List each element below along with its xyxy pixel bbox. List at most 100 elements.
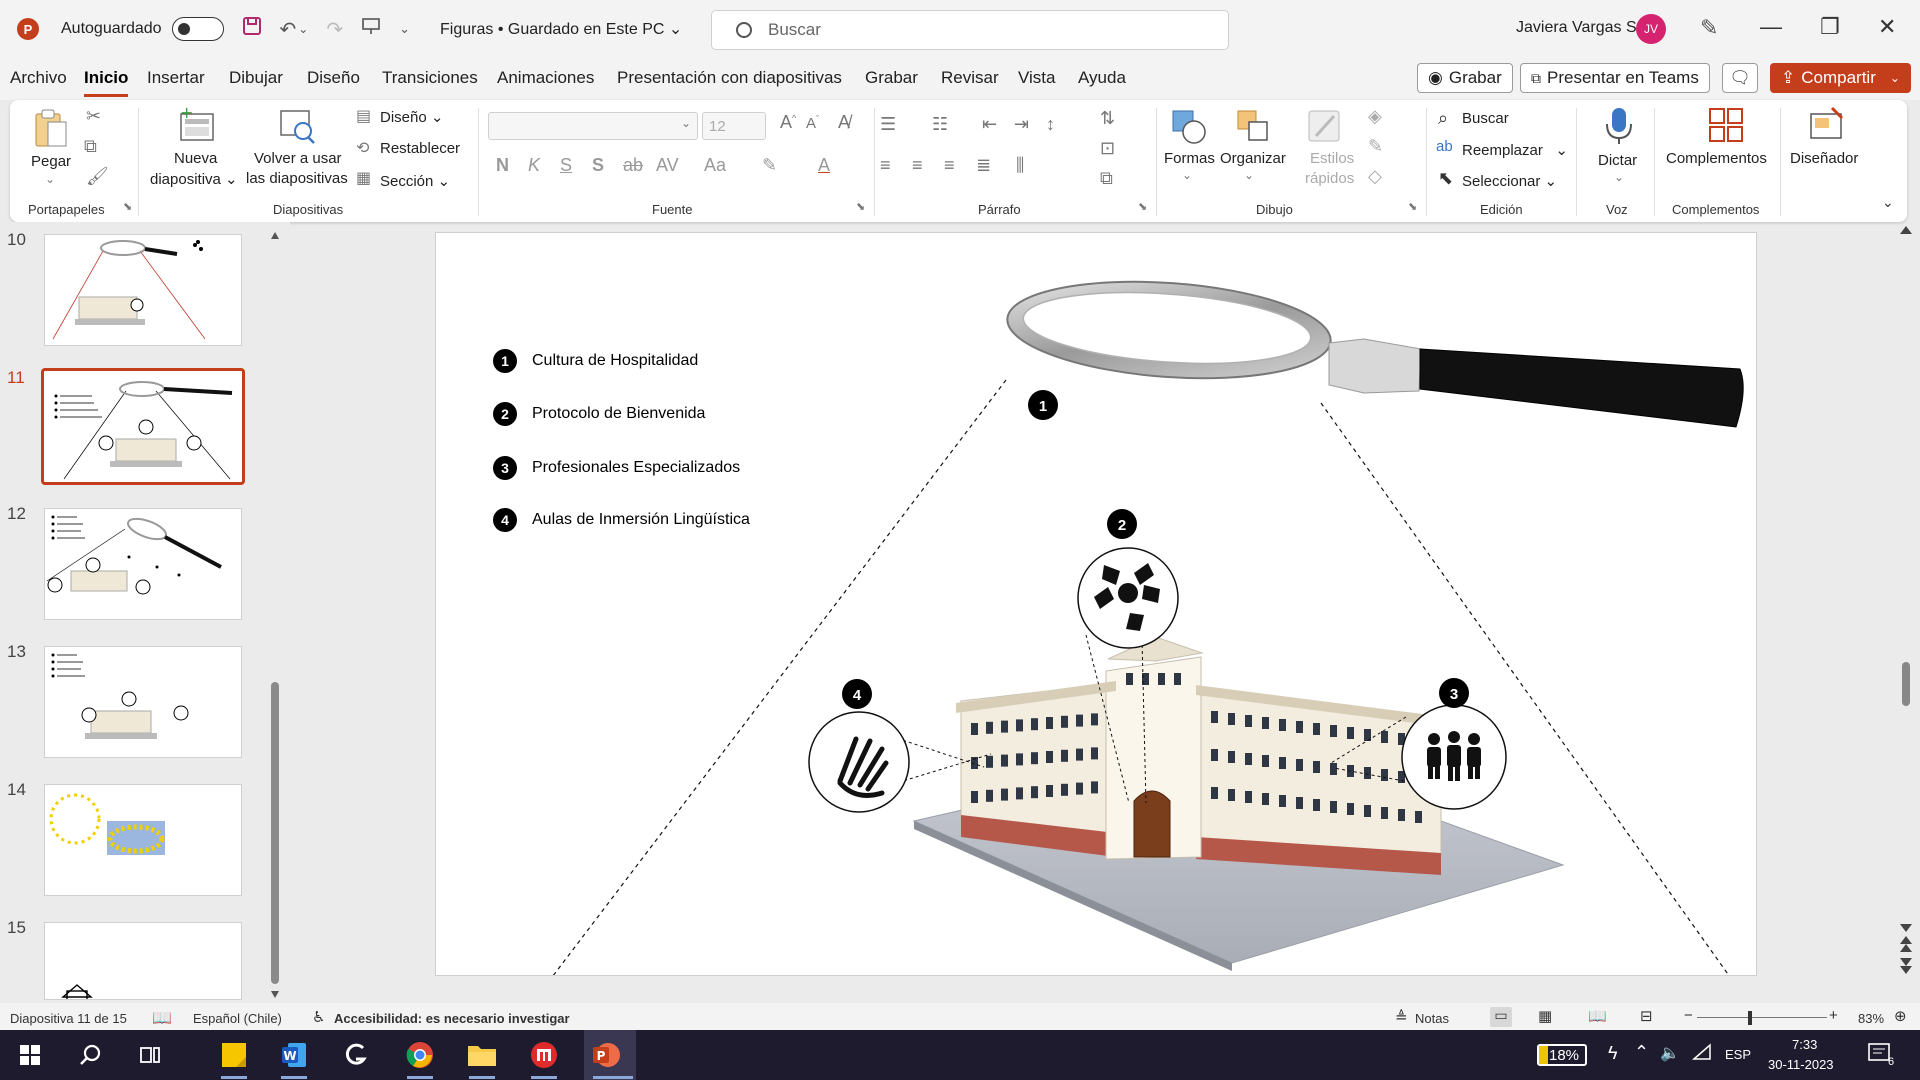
tab-ayuda[interactable]: Ayuda <box>1078 68 1126 88</box>
accessibility-status[interactable]: Accesibilidad: es necesario investigar <box>334 1011 570 1026</box>
tab-diseno[interactable]: Diseño <box>307 68 360 88</box>
slide-scrollbar[interactable] <box>1897 224 1915 1004</box>
font-color-icon[interactable]: A <box>818 155 830 176</box>
tab-grabar[interactable]: Grabar <box>865 68 918 88</box>
reset-icon[interactable]: ⟲ <box>356 138 369 158</box>
new-slide-icon[interactable]: + <box>178 103 216 144</box>
format-painter-icon[interactable]: 🖌 <box>86 166 109 187</box>
user-name[interactable]: Javiera Vargas S. <box>1516 19 1641 37</box>
quick-styles-label-2[interactable]: rápidos <box>1305 170 1354 187</box>
fill-icon[interactable]: ◈ <box>1368 106 1382 127</box>
section-icon[interactable]: ▦ <box>356 168 371 188</box>
select-icon[interactable]: ⬉ <box>1438 168 1453 189</box>
reading-view-icon[interactable]: 📖 <box>1588 1007 1607 1025</box>
smartart-icon[interactable]: ⧉ <box>1100 168 1113 189</box>
cut-icon[interactable]: ✂ <box>86 106 101 127</box>
dialog-launcher-icon[interactable]: ⬊ <box>1408 200 1417 213</box>
dialog-launcher-icon[interactable]: ⬊ <box>856 200 865 213</box>
clock-date[interactable]: 30-11-2023 <box>1768 1057 1834 1072</box>
comments-button[interactable]: 🗨 <box>1722 63 1758 93</box>
dialog-launcher-icon[interactable]: ⬊ <box>123 200 132 213</box>
file-explorer-icon[interactable] <box>466 1039 498 1071</box>
clipboard-icon[interactable] <box>32 108 70 147</box>
bold-icon[interactable]: N <box>496 155 509 176</box>
g-hub-icon[interactable] <box>340 1039 372 1071</box>
justify-icon[interactable]: ≣ <box>976 155 991 176</box>
copy-icon[interactable]: ⧉ <box>84 136 97 157</box>
tab-revisar[interactable]: Revisar <box>941 68 999 88</box>
chevron-down-icon[interactable]: ⌄ <box>1182 168 1192 182</box>
replace-icon[interactable]: ab <box>1436 138 1453 155</box>
slide-thumbnail-10[interactable] <box>44 234 242 346</box>
reset-button[interactable]: Restablecer <box>380 140 460 157</box>
highlight-icon[interactable]: ✎ <box>762 155 777 176</box>
legend-item[interactable]: 2 Protocolo de Bienvenida <box>493 402 705 426</box>
windows-start-icon[interactable] <box>14 1039 46 1071</box>
minimize-icon[interactable]: — <box>1760 14 1782 40</box>
clock-time[interactable]: 7:33 <box>1792 1037 1817 1052</box>
arrange-icon[interactable] <box>1235 108 1273 146</box>
slide-thumbnail-11[interactable] <box>41 368 245 485</box>
legend-item[interactable]: 3 Profesionales Especializados <box>493 456 740 480</box>
new-slide-label[interactable]: Nueva <box>174 150 217 167</box>
spellcheck-icon[interactable]: 📖 <box>152 1008 172 1028</box>
change-case-icon[interactable]: Aa <box>704 155 726 176</box>
scroll-down-icon[interactable] <box>270 986 280 998</box>
volume-icon[interactable]: 🔈 <box>1660 1043 1680 1063</box>
find-button[interactable]: Buscar <box>1462 110 1509 127</box>
reuse-slides-icon[interactable] <box>278 106 316 144</box>
tab-vista[interactable]: Vista <box>1018 68 1056 88</box>
slide-thumbnail-15[interactable] <box>44 922 242 1000</box>
find-icon[interactable]: ⌕ <box>1438 108 1448 129</box>
zoom-out-icon[interactable]: − <box>1684 1007 1693 1024</box>
normal-view-icon[interactable]: ▭ <box>1490 1007 1512 1027</box>
replace-button[interactable]: Reemplazar ⌄ <box>1462 141 1568 159</box>
customize-toolbar-icon[interactable]: ⌄ <box>399 21 410 37</box>
close-icon[interactable]: ✕ <box>1878 14 1896 40</box>
slide-canvas[interactable]: 1 2 4 3 1 Cultura de Hospitalidad 2 Prot… <box>435 232 1757 976</box>
strikethrough-icon[interactable]: ab <box>623 155 643 176</box>
document-title[interactable]: Figuras • Guardado en Este PC ⌄ <box>440 19 682 39</box>
numbering-icon[interactable]: ☷ <box>932 114 948 135</box>
legend-item[interactable]: 1 Cultura de Hospitalidad <box>493 349 698 373</box>
slide-thumbnail-12[interactable] <box>44 508 242 620</box>
columns-icon[interactable]: ⫼ <box>1016 155 1024 176</box>
align-text-icon[interactable]: ⊡ <box>1100 138 1115 159</box>
chrome-icon[interactable] <box>404 1039 436 1071</box>
share-button[interactable]: ⇪ Compartir ⌄ <box>1770 63 1911 93</box>
zoom-in-icon[interactable]: + <box>1829 1007 1838 1024</box>
zoom-slider[interactable] <box>1697 1017 1827 1018</box>
present-from-start-icon[interactable] <box>361 16 381 42</box>
chevron-down-icon[interactable]: ⌄ <box>1890 71 1900 85</box>
shadow-icon[interactable]: S <box>592 155 604 176</box>
italic-icon[interactable]: K <box>528 155 540 176</box>
effects-icon[interactable]: ◇ <box>1368 166 1382 187</box>
slide-thumbnail-13[interactable] <box>44 646 242 758</box>
paste-label[interactable]: Pegar <box>31 153 71 170</box>
dialog-launcher-icon[interactable]: ⬊ <box>1138 200 1147 213</box>
save-icon[interactable] <box>242 16 262 42</box>
tab-transiciones[interactable]: Transiciones <box>382 68 478 88</box>
tab-inicio[interactable]: Inicio <box>84 68 129 97</box>
text-direction-icon[interactable]: ⇅ <box>1100 108 1115 129</box>
quick-styles-label[interactable]: Estilos <box>1310 150 1354 167</box>
powerpoint-icon[interactable]: P <box>590 1039 622 1071</box>
slide-thumbnail-14[interactable] <box>44 784 242 896</box>
addins-icon[interactable] <box>1707 106 1745 144</box>
shapes-label[interactable]: Formas <box>1164 150 1215 167</box>
decrease-font-icon[interactable]: Aˇ <box>806 114 819 132</box>
align-left-icon[interactable]: ≡ <box>880 155 891 176</box>
arrange-label[interactable]: Organizar <box>1220 150 1286 167</box>
bullets-icon[interactable]: ☰ <box>880 114 896 135</box>
fit-slide-icon[interactable]: ⊕ <box>1894 1007 1907 1025</box>
legend-item[interactable]: 4 Aulas de Inmersión Lingüística <box>493 508 750 532</box>
quick-styles-icon[interactable] <box>1306 108 1344 146</box>
line-spacing-icon[interactable]: ↕ <box>1046 114 1055 135</box>
underline-icon[interactable]: S <box>560 155 572 176</box>
collapse-ribbon-icon[interactable]: ⌄ <box>1882 194 1894 211</box>
task-view-icon[interactable] <box>134 1039 166 1071</box>
new-slide-label-2[interactable]: diapositiva ⌄ <box>150 170 238 188</box>
font-family-select[interactable]: ⌄ <box>488 112 698 140</box>
increase-indent-icon[interactable]: ⇥ <box>1014 114 1029 135</box>
zoom-slider-thumb[interactable] <box>1748 1011 1752 1025</box>
